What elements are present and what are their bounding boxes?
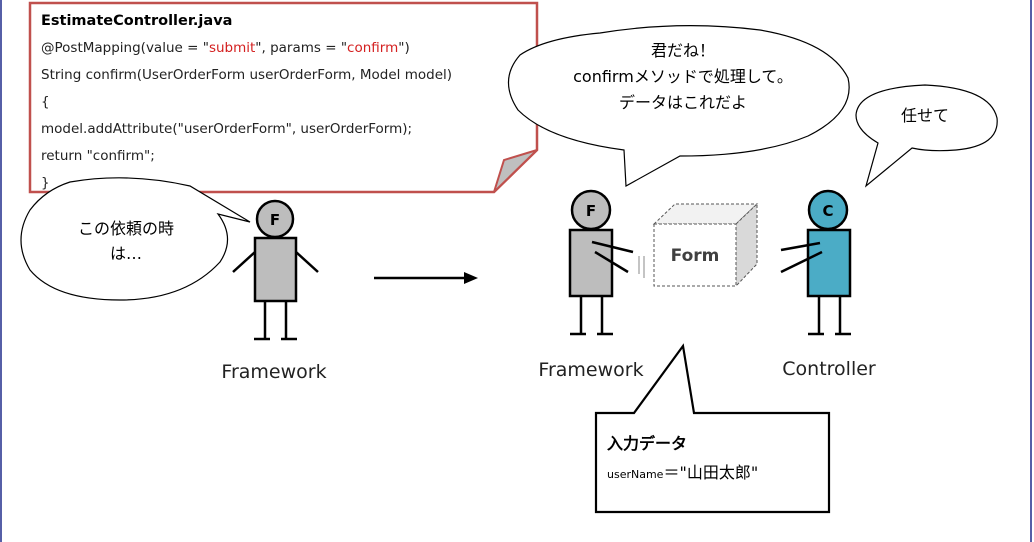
input-data-value: "山田太郎" (679, 463, 758, 482)
code-line: model.addAttribute("userOrderForm", user… (41, 121, 412, 137)
code-note-title: EstimateController.java (41, 13, 232, 29)
input-data-equals: ＝ (663, 463, 679, 482)
code-text: { (41, 94, 50, 110)
request-bubble-line-3: データはこれだよ (619, 93, 747, 112)
controller-reply-bubble: 任せて (855, 84, 998, 188)
controller-label: Controller (782, 358, 876, 380)
code-text: } (41, 175, 50, 191)
flow-arrow (374, 272, 478, 284)
code-text: @PostMapping(value = " (41, 40, 209, 56)
code-line: @PostMapping(value = "submit", params = … (41, 40, 410, 56)
framework-right-label: Framework (538, 359, 643, 381)
request-bubble-line-2: confirmメソッドで処理して。 (573, 67, 793, 86)
framework-right-head-letter: F (586, 202, 596, 220)
framework-left-label: Framework (221, 361, 326, 383)
code-text: model.addAttribute("userOrderForm", user… (41, 121, 412, 137)
code-line: String confirm(UserOrderForm userOrderFo… (41, 67, 452, 83)
left-question-bubble: この依頼の時 は… (20, 177, 251, 301)
reply-bubble-text: 任せて (901, 106, 949, 125)
framework-right-figure: F Framework (538, 189, 644, 381)
framework-left-head-letter: F (270, 211, 280, 229)
code-note: EstimateController.java @PostMapping(val… (28, 1, 539, 194)
code-line: return "confirm"; (41, 148, 155, 164)
code-highlight: confirm (347, 40, 398, 56)
reply-bubble-shape (855, 84, 998, 188)
code-text: ", params = " (255, 40, 347, 56)
input-data-title: 入力データ (607, 434, 687, 453)
code-text: String confirm(UserOrderForm userOrderFo… (41, 67, 452, 83)
form-box-label: Form (671, 246, 720, 266)
controller-body (806, 228, 852, 298)
request-bubble-line-1: 君だね！ (651, 41, 715, 60)
left-bubble-line-2: は… (110, 244, 142, 263)
form-box: Form (638, 202, 759, 288)
framework-left-body (253, 236, 298, 303)
left-bubble-line-1: この依頼の時 (78, 219, 174, 238)
controller-head-letter: C (822, 202, 833, 220)
diagram-canvas: EstimateController.java @PostMapping(val… (0, 0, 1032, 542)
framework-left-figure: F Framework (221, 199, 327, 383)
code-highlight: submit (209, 40, 255, 56)
framework-right-body (568, 228, 614, 298)
input-data-field-name: userName (607, 468, 664, 481)
controller-figure: C Controller (780, 189, 876, 380)
code-text: ") (398, 40, 409, 56)
code-line: } (41, 175, 50, 191)
left-bubble-shape (20, 177, 251, 301)
framework-request-bubble: 君だね！ confirmメソッドで処理して。 データはこれだよ (507, 25, 850, 187)
code-line: { (41, 94, 50, 110)
code-text: return "confirm"; (41, 148, 155, 164)
